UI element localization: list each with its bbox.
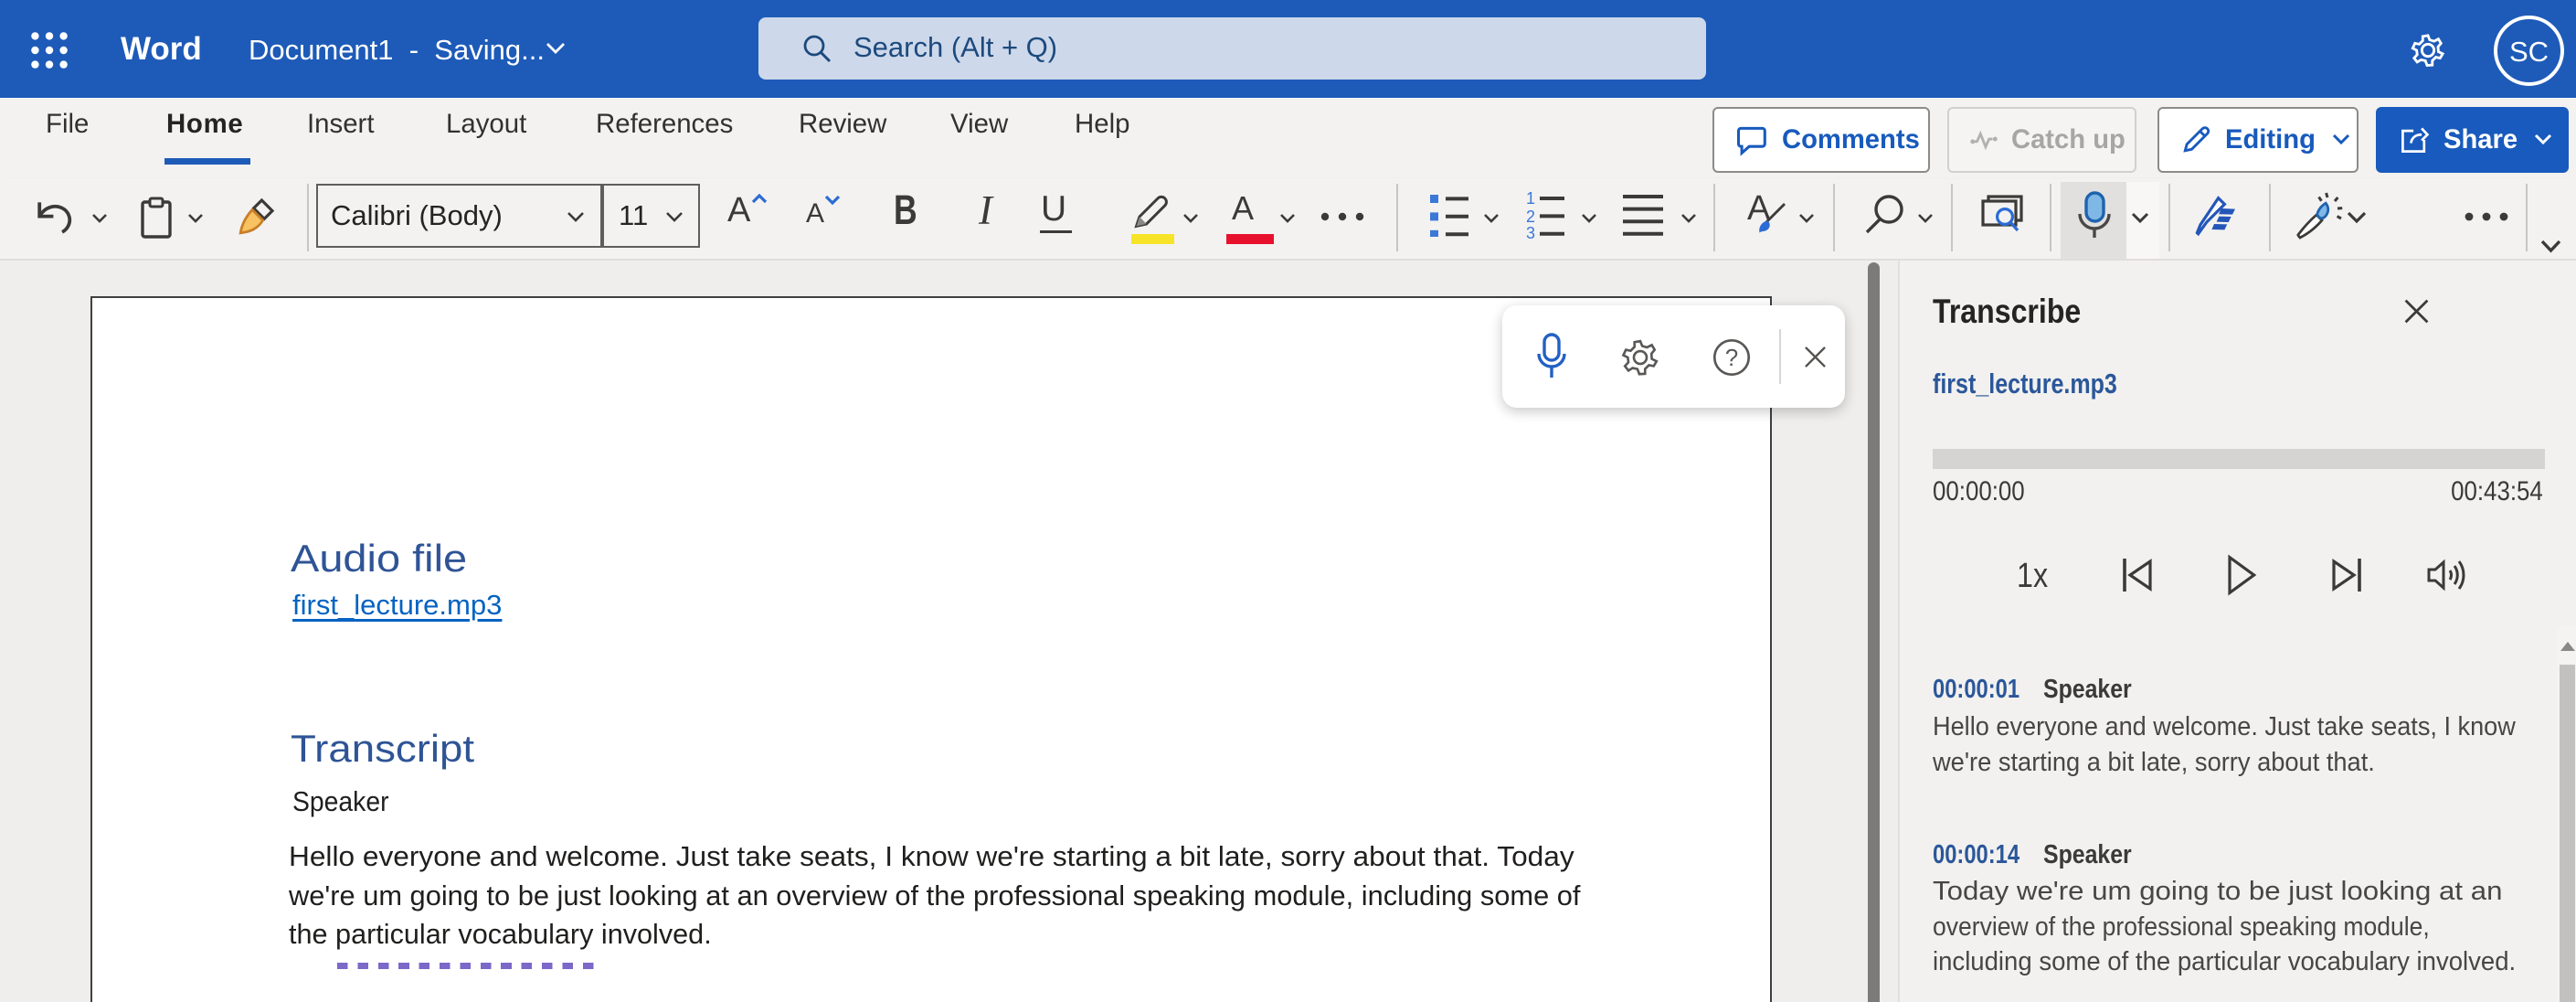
svg-text:?: ?: [1725, 346, 1738, 371]
svg-text:2: 2: [1526, 208, 1535, 226]
svg-text:1: 1: [1526, 189, 1535, 208]
svg-text:3: 3: [1526, 224, 1535, 239]
